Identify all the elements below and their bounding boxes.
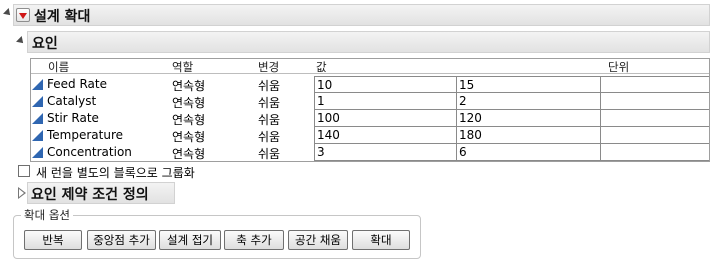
continuous-factor-icon — [32, 96, 43, 107]
group-runs-label[interactable]: 새 런을 별도의 블록으로 그룹화 — [36, 164, 195, 181]
factor-name[interactable]: Concentration — [47, 145, 132, 159]
factor-role[interactable]: 연속형 — [172, 128, 205, 145]
table-header-divider — [31, 73, 709, 74]
factors-title: 요인 — [32, 36, 58, 52]
factor-high-value[interactable]: 6 — [457, 144, 601, 161]
factor-name[interactable]: Temperature — [47, 128, 123, 142]
factors-header[interactable] — [27, 31, 710, 53]
augment-design-header[interactable] — [13, 4, 710, 26]
factor-high-value[interactable]: 2 — [457, 93, 601, 110]
continuous-factor-icon — [32, 130, 43, 141]
constraints-expand-icon-inner — [19, 189, 24, 197]
group-runs-checkbox[interactable] — [18, 165, 30, 177]
factor-row[interactable]: Feed Rate 연속형 쉬움 10 15 — [31, 76, 709, 93]
factor-low-value[interactable]: 140 — [314, 127, 457, 144]
factor-low-value[interactable]: 1 — [314, 93, 457, 110]
factor-unit[interactable] — [601, 127, 709, 144]
factor-high-value[interactable]: 180 — [457, 127, 601, 144]
factor-changes[interactable]: 쉬움 — [258, 111, 280, 128]
continuous-factor-icon — [32, 79, 43, 90]
factor-row[interactable]: Temperature 연속형 쉬움 140 180 — [31, 127, 709, 144]
add-axial-button[interactable]: 축 추가 — [224, 230, 284, 250]
constraints-title: 요인 제약 조건 정의 — [31, 187, 149, 203]
factor-low-value[interactable]: 100 — [314, 110, 457, 127]
factor-row[interactable]: Stir Rate 연속형 쉬움 100 120 — [31, 110, 709, 127]
replicate-button[interactable]: 반복 — [24, 230, 82, 250]
augment-button[interactable]: 확대 — [352, 230, 410, 250]
factors-table: 이름 역할 변경 값 단위 Feed Rate 연속형 쉬움 10 15 Cat… — [30, 58, 710, 162]
factor-unit[interactable] — [601, 144, 709, 161]
fold-over-button[interactable]: 설계 접기 — [159, 230, 221, 250]
factor-row[interactable]: Concentration 연속형 쉬움 3 6 — [31, 144, 709, 161]
continuous-factor-icon — [32, 147, 43, 158]
factors-collapse-icon[interactable] — [16, 36, 26, 46]
factor-name[interactable]: Feed Rate — [47, 77, 107, 91]
space-filling-button[interactable]: 공간 채움 — [288, 230, 348, 250]
factor-unit[interactable] — [601, 76, 709, 93]
factor-unit[interactable] — [601, 93, 709, 110]
report-title: 설계 확대 — [34, 9, 91, 25]
factor-changes[interactable]: 쉬움 — [258, 145, 280, 162]
factor-role[interactable]: 연속형 — [172, 145, 205, 162]
factor-changes[interactable]: 쉬움 — [258, 94, 280, 111]
factor-changes[interactable]: 쉬움 — [258, 128, 280, 145]
red-triangle-menu-icon[interactable] — [16, 8, 30, 22]
factor-role[interactable]: 연속형 — [172, 94, 205, 111]
continuous-factor-icon — [32, 113, 43, 124]
factor-low-value[interactable]: 3 — [314, 144, 457, 161]
factor-role[interactable]: 연속형 — [172, 77, 205, 94]
factor-low-value[interactable]: 10 — [314, 76, 457, 93]
factor-high-value[interactable]: 15 — [457, 76, 601, 93]
factor-row[interactable]: Catalyst 연속형 쉬움 1 2 — [31, 93, 709, 110]
factor-high-value[interactable]: 120 — [457, 110, 601, 127]
add-center-points-button[interactable]: 중앙점 추가 — [87, 230, 156, 250]
outline-collapse-icon[interactable] — [3, 8, 13, 18]
factor-changes[interactable]: 쉬움 — [258, 77, 280, 94]
factor-unit[interactable] — [601, 110, 709, 127]
factor-role[interactable]: 연속형 — [172, 111, 205, 128]
factor-name[interactable]: Stir Rate — [47, 111, 99, 125]
factor-name[interactable]: Catalyst — [47, 94, 96, 108]
augment-options-label: 확대 옵션 — [21, 207, 73, 223]
